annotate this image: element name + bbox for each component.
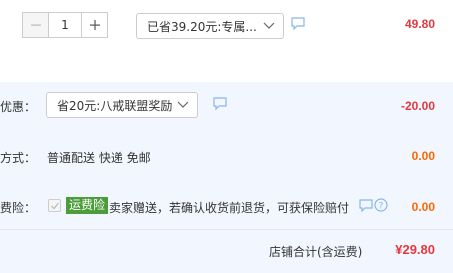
promo-select[interactable]: 已省39.20元:专属... — [136, 13, 284, 39]
insurance-badge: 运费险 — [66, 197, 109, 214]
message-icon[interactable] — [291, 17, 305, 30]
divider — [0, 229, 453, 230]
svg-text:?: ? — [379, 202, 384, 212]
help-icon[interactable]: ? — [374, 198, 388, 212]
chevron-down-icon — [263, 22, 275, 29]
coupon-label: 优惠： — [0, 100, 37, 114]
item-price: 49.80 — [404, 17, 435, 31]
plus-icon — [89, 20, 100, 30]
increase-quantity-button[interactable] — [81, 12, 108, 38]
promo-select-value: 已省39.20元:专属... — [147, 19, 257, 34]
coupon-amount: -20.00 — [400, 99, 435, 113]
decrease-quantity-button[interactable] — [22, 12, 49, 38]
coupon-select-value: 省20元:八戒联盟奖励 — [57, 98, 173, 113]
shipping-label: 方式： — [0, 151, 37, 165]
insurance-label: 费险： — [0, 201, 37, 215]
quantity-stepper: 1 — [22, 12, 108, 38]
quantity-input[interactable]: 1 — [49, 12, 81, 38]
chevron-down-icon — [177, 101, 189, 108]
message-icon[interactable] — [213, 97, 227, 110]
store-total-amount: ¥29.80 — [395, 242, 435, 257]
shipping-amount: 0.00 — [411, 149, 435, 163]
store-total-label: 店铺合计(含运费) — [269, 245, 363, 259]
minus-icon — [30, 24, 41, 26]
check-icon — [51, 202, 60, 210]
coupon-select[interactable]: 省20元:八戒联盟奖励 — [46, 92, 198, 118]
insurance-amount: 0.00 — [411, 200, 435, 214]
insurance-checkbox[interactable] — [48, 199, 61, 212]
message-icon[interactable] — [359, 199, 373, 212]
insurance-description: 卖家赠送，若确认收货前退货，可获保险赔付 — [109, 201, 350, 215]
shipping-method: 普通配送 快递 免邮 — [47, 151, 151, 165]
